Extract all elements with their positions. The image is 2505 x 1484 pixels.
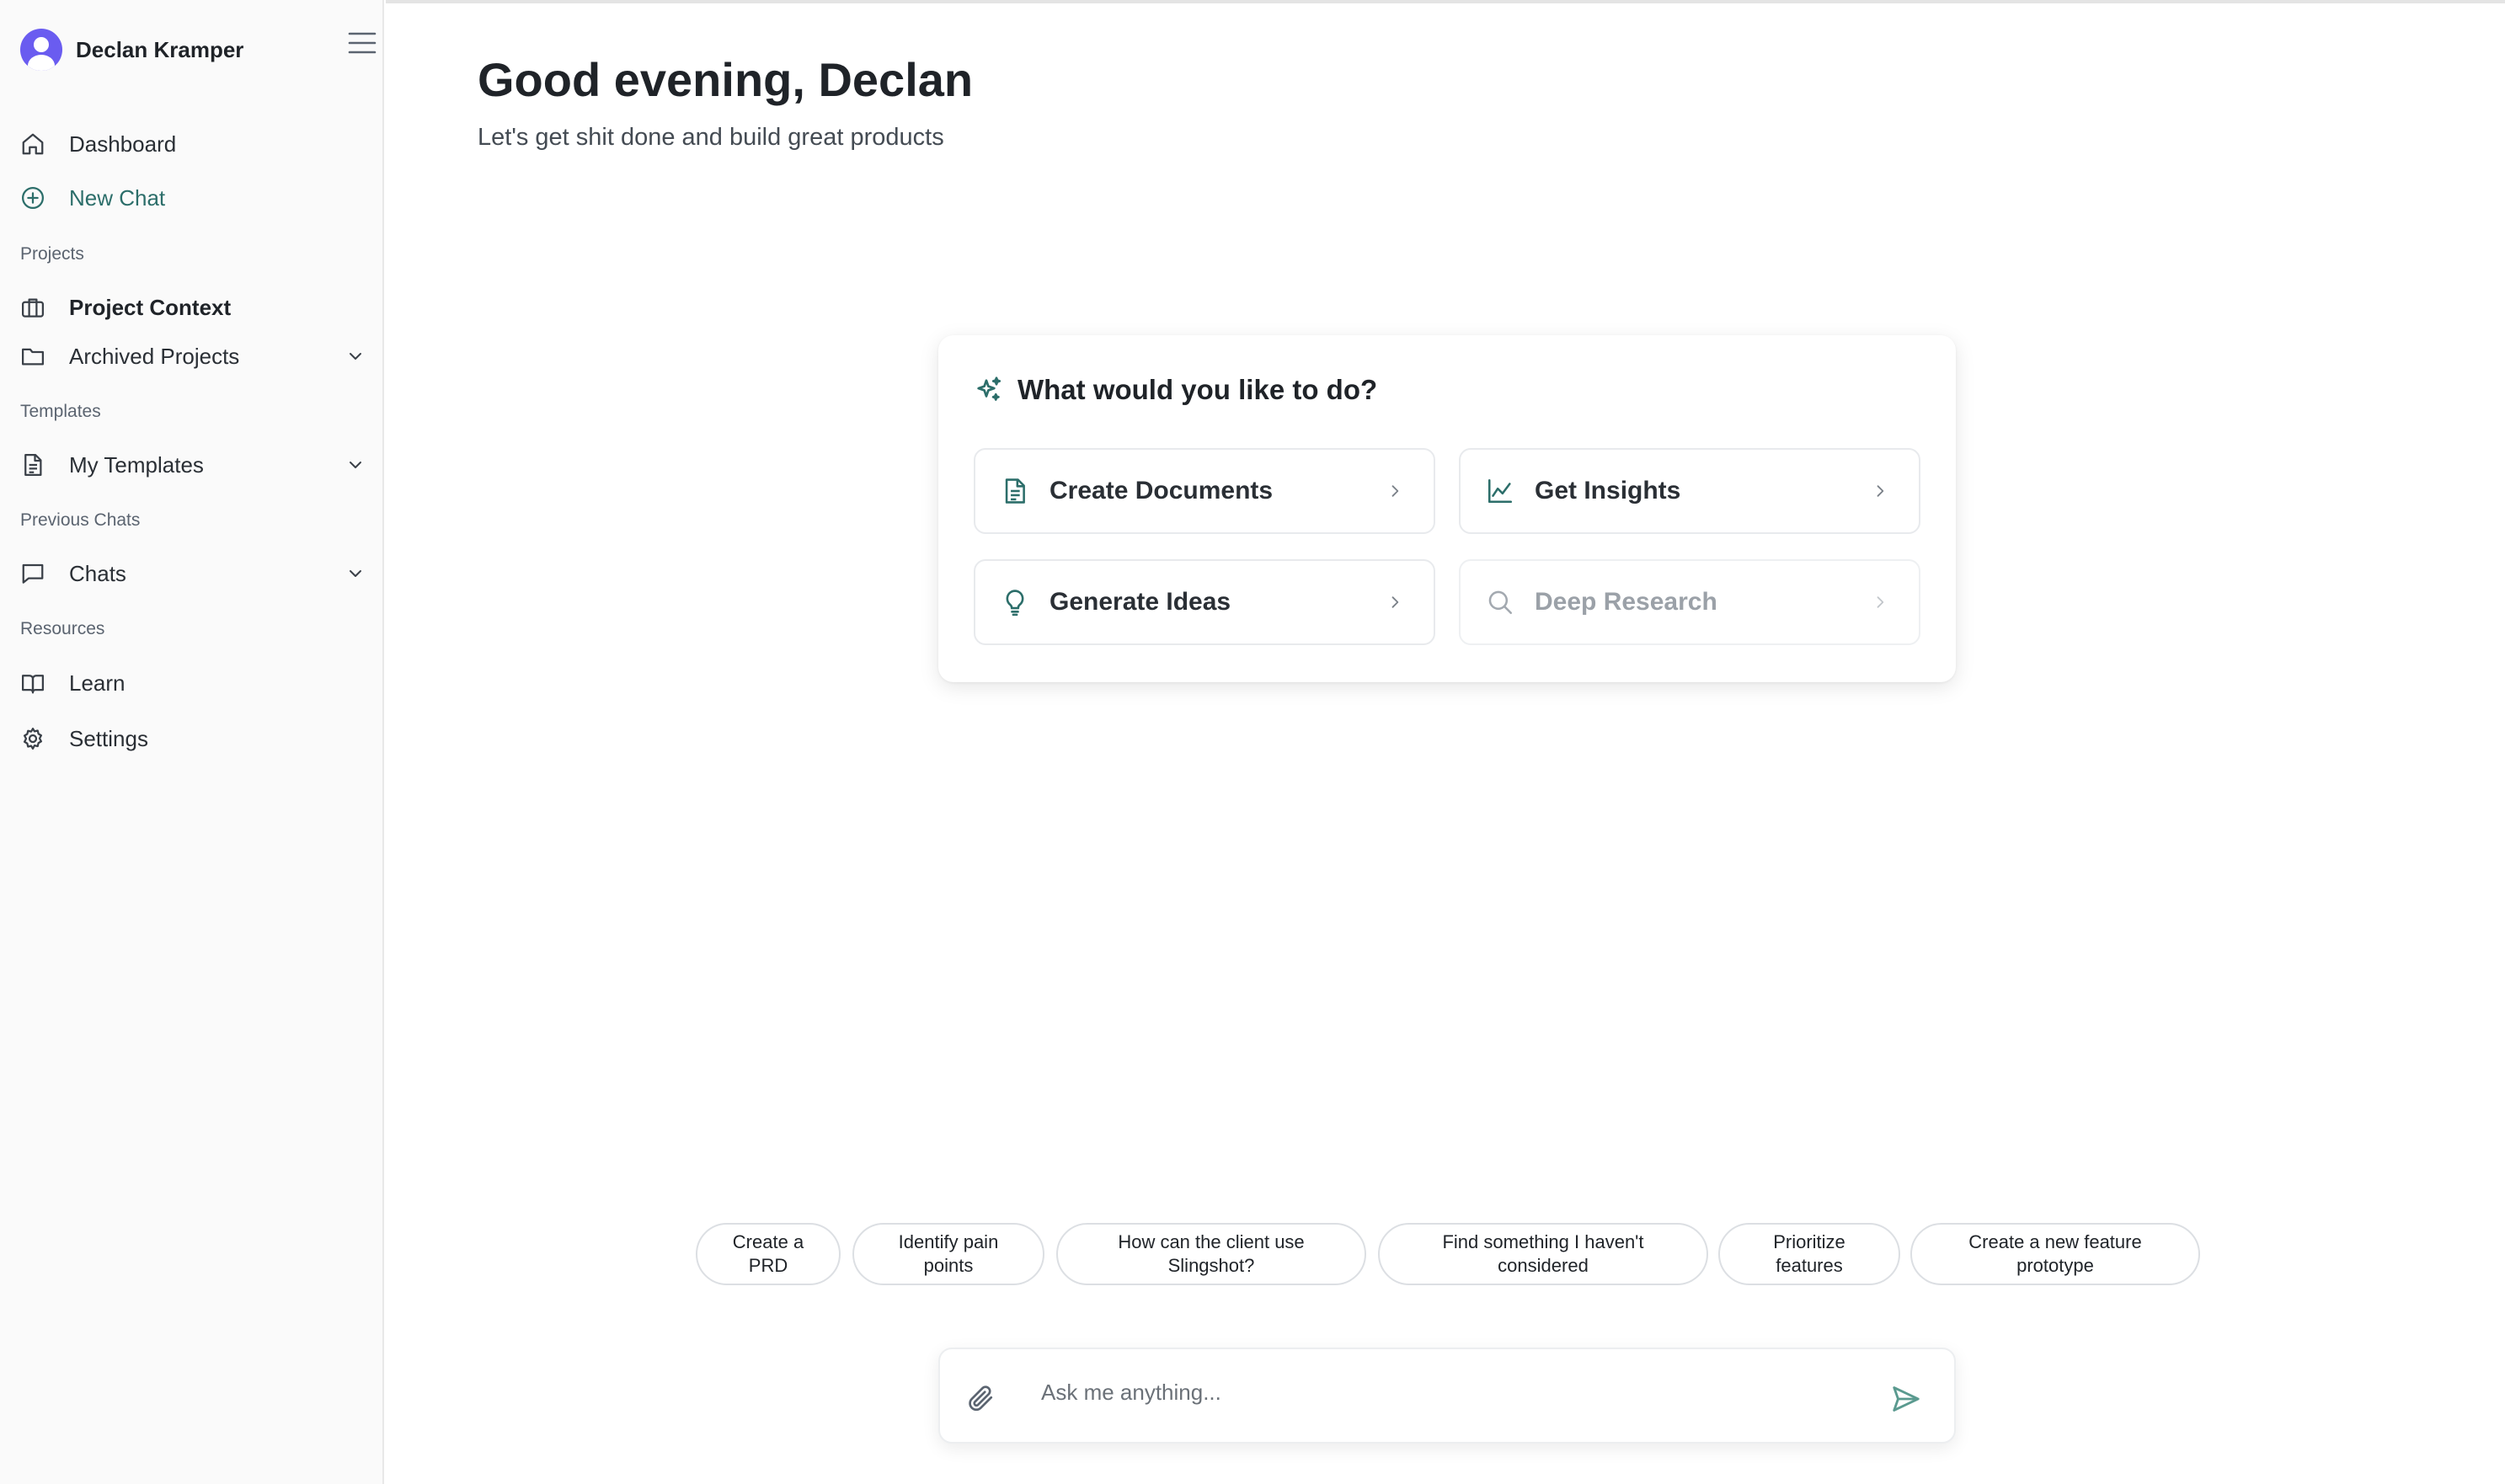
sidebar-item-label: New Chat: [69, 184, 166, 211]
page-title: Good evening, Declan: [478, 53, 974, 106]
sidebar: Declan Kramper Dashboard New Chat Projec…: [0, 0, 384, 1484]
get-insights-button[interactable]: Get Insights: [1459, 448, 1920, 534]
app-root: Declan Kramper Dashboard New Chat Projec…: [0, 0, 2505, 1484]
send-icon[interactable]: [1890, 1383, 1922, 1415]
top-divider: [386, 0, 2505, 3]
suggestion-chips: Create a PRD Identify pain points How ca…: [386, 1223, 2505, 1287]
user-profile[interactable]: Declan Kramper: [20, 27, 243, 72]
generate-ideas-button[interactable]: Generate Ideas: [974, 559, 1435, 645]
home-icon: [22, 133, 44, 155]
sidebar-item-new-chat[interactable]: New Chat: [20, 177, 366, 219]
suggestion-chip[interactable]: Identify pain points: [852, 1223, 1044, 1285]
quick-actions-card: What would you like to do? Create Docume…: [938, 335, 1956, 682]
chevron-down-icon[interactable]: [345, 455, 366, 475]
sidebar-item-label: Settings: [69, 725, 148, 751]
sidebar-item-label: My Templates: [69, 451, 204, 478]
search-icon: [1488, 590, 1513, 615]
suggestion-chip[interactable]: Create a PRD: [696, 1223, 841, 1285]
page-subtitle: Let's get shit done and build great prod…: [478, 124, 944, 151]
folder-icon: [22, 348, 44, 366]
sidebar-item-dashboard[interactable]: Dashboard: [20, 123, 366, 165]
hamburger-menu-icon[interactable]: [347, 30, 377, 56]
card-title: What would you like to do?: [1017, 374, 1378, 405]
document-icon: [1005, 478, 1025, 504]
sidebar-item-settings[interactable]: Settings: [20, 718, 366, 760]
suggestion-chip[interactable]: Prioritize features: [1718, 1223, 1900, 1285]
chart-line-icon: [1488, 478, 1513, 504]
chat-bubble-icon: [22, 563, 44, 584]
action-label: Deep Research: [1535, 588, 1717, 616]
action-label: Create Documents: [1050, 477, 1274, 504]
gear-icon: [24, 728, 42, 750]
sidebar-item-archived-projects[interactable]: Archived Projects: [20, 335, 366, 377]
chevron-right-icon: [1391, 596, 1399, 608]
chat-composer: [938, 1348, 1956, 1444]
user-name: Declan Kramper: [76, 36, 244, 62]
sidebar-item-learn[interactable]: Learn: [20, 662, 366, 704]
avatar: [20, 29, 62, 71]
section-label-projects: Projects: [20, 244, 84, 264]
sidebar-item-my-templates[interactable]: My Templates: [20, 444, 366, 486]
suggestion-chip[interactable]: Create a new feature prototype: [1910, 1223, 2200, 1285]
chevron-right-icon: [1391, 485, 1399, 497]
sidebar-item-chats[interactable]: Chats: [20, 552, 366, 595]
paperclip-icon[interactable]: [965, 1383, 996, 1413]
action-label: Get Insights: [1535, 477, 1681, 504]
chevron-down-icon[interactable]: [345, 346, 366, 366]
chevron-right-icon: [1877, 596, 1884, 608]
sidebar-item-label: Learn: [69, 670, 126, 696]
card-header: What would you like to do?: [974, 374, 1377, 406]
sidebar-item-label: Archived Projects: [69, 343, 240, 369]
briefcase-icon: [22, 298, 44, 318]
section-label-templates: Templates: [20, 402, 101, 421]
sidebar-item-label: Project Context: [69, 294, 232, 320]
suggestion-chip[interactable]: Find something I haven't considered: [1378, 1223, 1708, 1285]
action-label: Generate Ideas: [1050, 588, 1231, 616]
chevron-right-icon: [1877, 485, 1884, 497]
lightbulb-icon: [1006, 590, 1024, 617]
chat-input[interactable]: [1041, 1373, 1799, 1412]
sidebar-item-label: Dashboard: [69, 131, 177, 157]
plus-circle-icon: [22, 187, 44, 209]
sparkles-icon: [977, 376, 1001, 401]
section-label-previous-chats: Previous Chats: [20, 510, 141, 530]
suggestion-chip[interactable]: How can the client use Slingshot?: [1056, 1223, 1366, 1285]
section-label-resources: Resources: [20, 619, 105, 638]
chevron-down-icon[interactable]: [345, 563, 366, 584]
create-documents-button[interactable]: Create Documents: [974, 448, 1435, 534]
document-icon: [24, 454, 42, 476]
deep-research-button[interactable]: Deep Research: [1459, 559, 1920, 645]
book-open-icon: [22, 675, 44, 694]
sidebar-item-project-context[interactable]: Project Context: [20, 286, 366, 328]
sidebar-item-label: Chats: [69, 560, 126, 586]
main-content: Good evening, Declan Let's get shit done…: [386, 0, 2505, 1484]
